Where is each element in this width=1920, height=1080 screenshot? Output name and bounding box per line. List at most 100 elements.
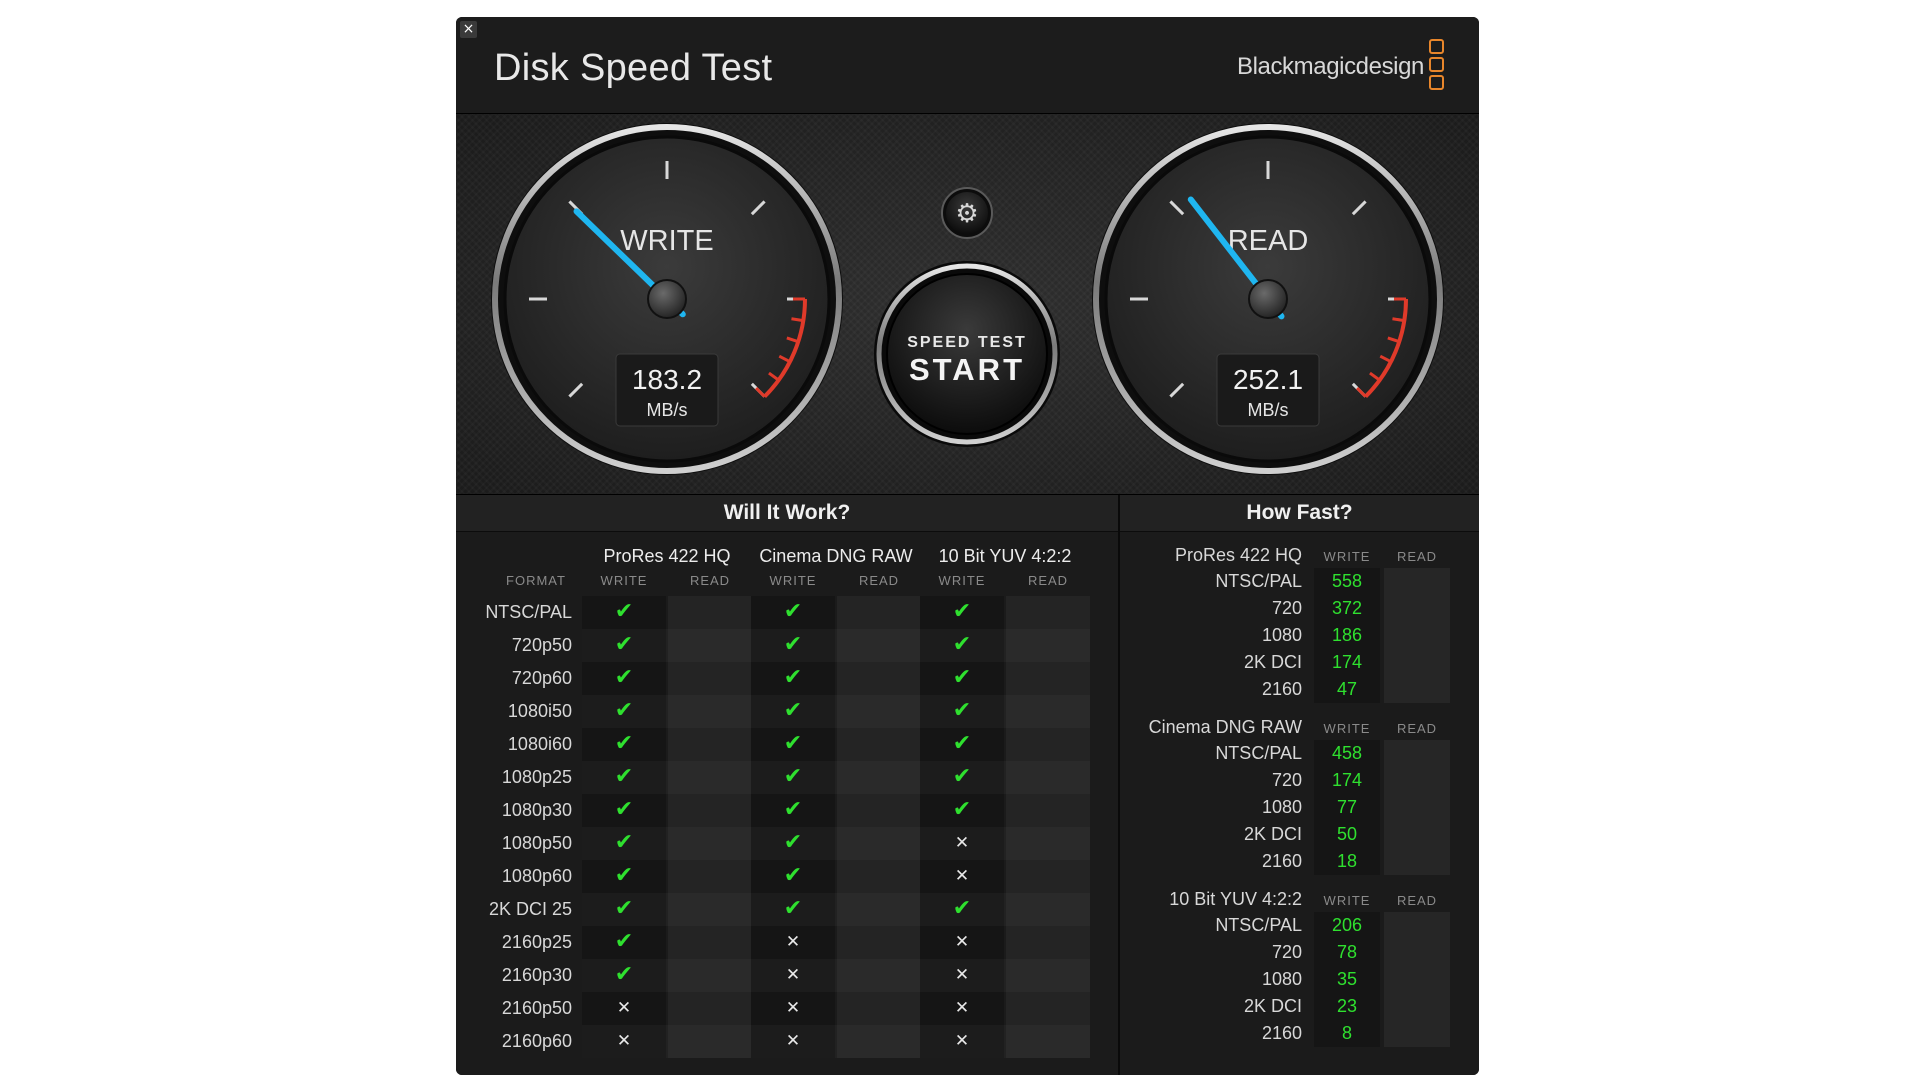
- speed-test-start-button[interactable]: SPEED TEST START: [874, 261, 1060, 447]
- cross-icon: ✕: [954, 833, 970, 853]
- settings-button[interactable]: ⚙: [941, 187, 993, 239]
- check-icon: ✔: [614, 830, 634, 855]
- cross-icon: ✕: [785, 1031, 801, 1051]
- format-label: 1080p30: [501, 800, 572, 820]
- write-speed-value: 183.2: [632, 364, 702, 395]
- check-icon: ✔: [783, 698, 803, 723]
- fps-value: 78: [1336, 942, 1358, 962]
- fps-value: 23: [1336, 996, 1358, 1016]
- check-icon: ✔: [783, 599, 803, 624]
- cross-icon: ✕: [785, 998, 801, 1018]
- fps-value: 35: [1336, 969, 1358, 989]
- read-speed-unit: MB/s: [1247, 400, 1288, 420]
- fps-value: 8: [1341, 1023, 1352, 1043]
- how-fast-title: How Fast?: [1120, 495, 1479, 532]
- cross-icon: ✕: [954, 866, 970, 886]
- cross-icon: ✕: [616, 1031, 632, 1051]
- how-fast-format-label: 2K DCI: [1243, 996, 1302, 1016]
- check-icon: ✔: [783, 863, 803, 888]
- fps-value: 77: [1336, 797, 1358, 817]
- check-icon: ✔: [614, 764, 634, 789]
- check-icon: ✔: [614, 797, 634, 822]
- check-icon: ✔: [952, 764, 972, 789]
- cross-icon: ✕: [785, 965, 801, 985]
- write-gauge: WRITE 183.2 MB/s: [491, 123, 843, 475]
- write-column-header: WRITE: [600, 573, 648, 588]
- write-speed-unit: MB/s: [646, 400, 687, 420]
- gauges-svg: WRITE 183.2 MB/s READ 252.1 MB/s ⚙ SPEED…: [491, 123, 1444, 475]
- read-column-header: READ: [858, 573, 900, 588]
- write-column-header: WRITE: [1323, 893, 1371, 908]
- read-column-bg: [1384, 740, 1450, 875]
- how-fast-format-label: 720: [1271, 770, 1302, 790]
- app-window: × Disk Speed Test Blackmagicdesign WRITE…: [456, 17, 1479, 1075]
- check-icon: ✔: [614, 632, 634, 657]
- write-gauge-label: WRITE: [620, 225, 713, 257]
- brand-name: Blackmagicdesign: [1236, 53, 1424, 80]
- how-fast-format-label: 1080: [1261, 969, 1302, 989]
- check-icon: ✔: [614, 731, 634, 756]
- gauge-panel: WRITE 183.2 MB/s READ 252.1 MB/s ⚙ SPEED…: [456, 114, 1479, 495]
- how-fast-format-label: 1080: [1261, 797, 1302, 817]
- read-column-header: READ: [1027, 573, 1069, 588]
- format-label: 1080p50: [501, 833, 572, 853]
- how-fast-group-name: Cinema DNG RAW: [1148, 717, 1302, 737]
- check-icon: ✔: [952, 731, 972, 756]
- how-fast-format-label: 720: [1271, 942, 1302, 962]
- fps-value: 18: [1336, 851, 1358, 871]
- format-label: 2K DCI 25: [488, 899, 572, 919]
- check-icon: ✔: [614, 863, 634, 888]
- how-fast-format-label: 720: [1271, 598, 1302, 618]
- cross-icon: ✕: [616, 998, 632, 1018]
- cross-icon: ✕: [954, 965, 970, 985]
- check-icon: ✔: [614, 599, 634, 624]
- how-fast-format-label: 2K DCI: [1243, 652, 1302, 672]
- format-label: 2160p50: [501, 998, 572, 1018]
- fps-value: 174: [1331, 652, 1363, 672]
- write-column-header: WRITE: [769, 573, 817, 588]
- how-fast-format-label: NTSC/PAL: [1215, 571, 1302, 591]
- format-column-header: FORMAT: [506, 573, 566, 588]
- how-fast-format-label: 2160: [1261, 1023, 1302, 1043]
- close-button[interactable]: ×: [460, 21, 477, 38]
- check-icon: ✔: [952, 797, 972, 822]
- check-icon: ✔: [783, 764, 803, 789]
- fps-value: 458: [1331, 743, 1363, 763]
- codec-header: Cinema DNG RAW: [759, 546, 913, 566]
- format-label: 1080i50: [507, 701, 572, 721]
- check-icon: ✔: [952, 632, 972, 657]
- blackmagic-logo-icon: [1429, 39, 1445, 94]
- read-gauge: READ 252.1 MB/s: [1092, 123, 1444, 475]
- format-label: 1080p60: [501, 866, 572, 886]
- codec-header: ProRes 422 HQ: [603, 546, 731, 566]
- read-column-header: READ: [1396, 893, 1438, 908]
- read-column-bg: [1384, 568, 1450, 703]
- how-fast-format-label: NTSC/PAL: [1215, 743, 1302, 763]
- cross-icon: ✕: [785, 932, 801, 952]
- check-icon: ✔: [614, 665, 634, 690]
- fps-value: 50: [1336, 824, 1358, 844]
- check-icon: ✔: [783, 731, 803, 756]
- check-icon: ✔: [783, 797, 803, 822]
- cross-icon: ✕: [954, 932, 970, 952]
- fps-value: 174: [1331, 770, 1363, 790]
- format-label: 2160p60: [501, 1031, 572, 1051]
- check-icon: ✔: [614, 929, 634, 954]
- read-gauge-label: READ: [1228, 225, 1309, 257]
- check-icon: ✔: [614, 698, 634, 723]
- check-icon: ✔: [614, 896, 634, 921]
- write-needle-hub: [647, 279, 687, 319]
- how-fast-format-label: NTSC/PAL: [1215, 915, 1302, 935]
- format-label: 720p50: [511, 635, 572, 655]
- start-button-subtitle: SPEED TEST: [907, 334, 1027, 351]
- format-label: 1080p25: [501, 767, 572, 787]
- check-icon: ✔: [783, 896, 803, 921]
- check-icon: ✔: [783, 665, 803, 690]
- write-column-header: WRITE: [938, 573, 986, 588]
- how-fast-format-label: 2K DCI: [1243, 824, 1302, 844]
- fps-value: 558: [1331, 571, 1363, 591]
- how-fast-group-name: ProRes 422 HQ: [1174, 545, 1302, 565]
- how-fast-format-label: 2160: [1261, 679, 1302, 699]
- format-label: 720p60: [511, 668, 572, 688]
- check-icon: ✔: [952, 896, 972, 921]
